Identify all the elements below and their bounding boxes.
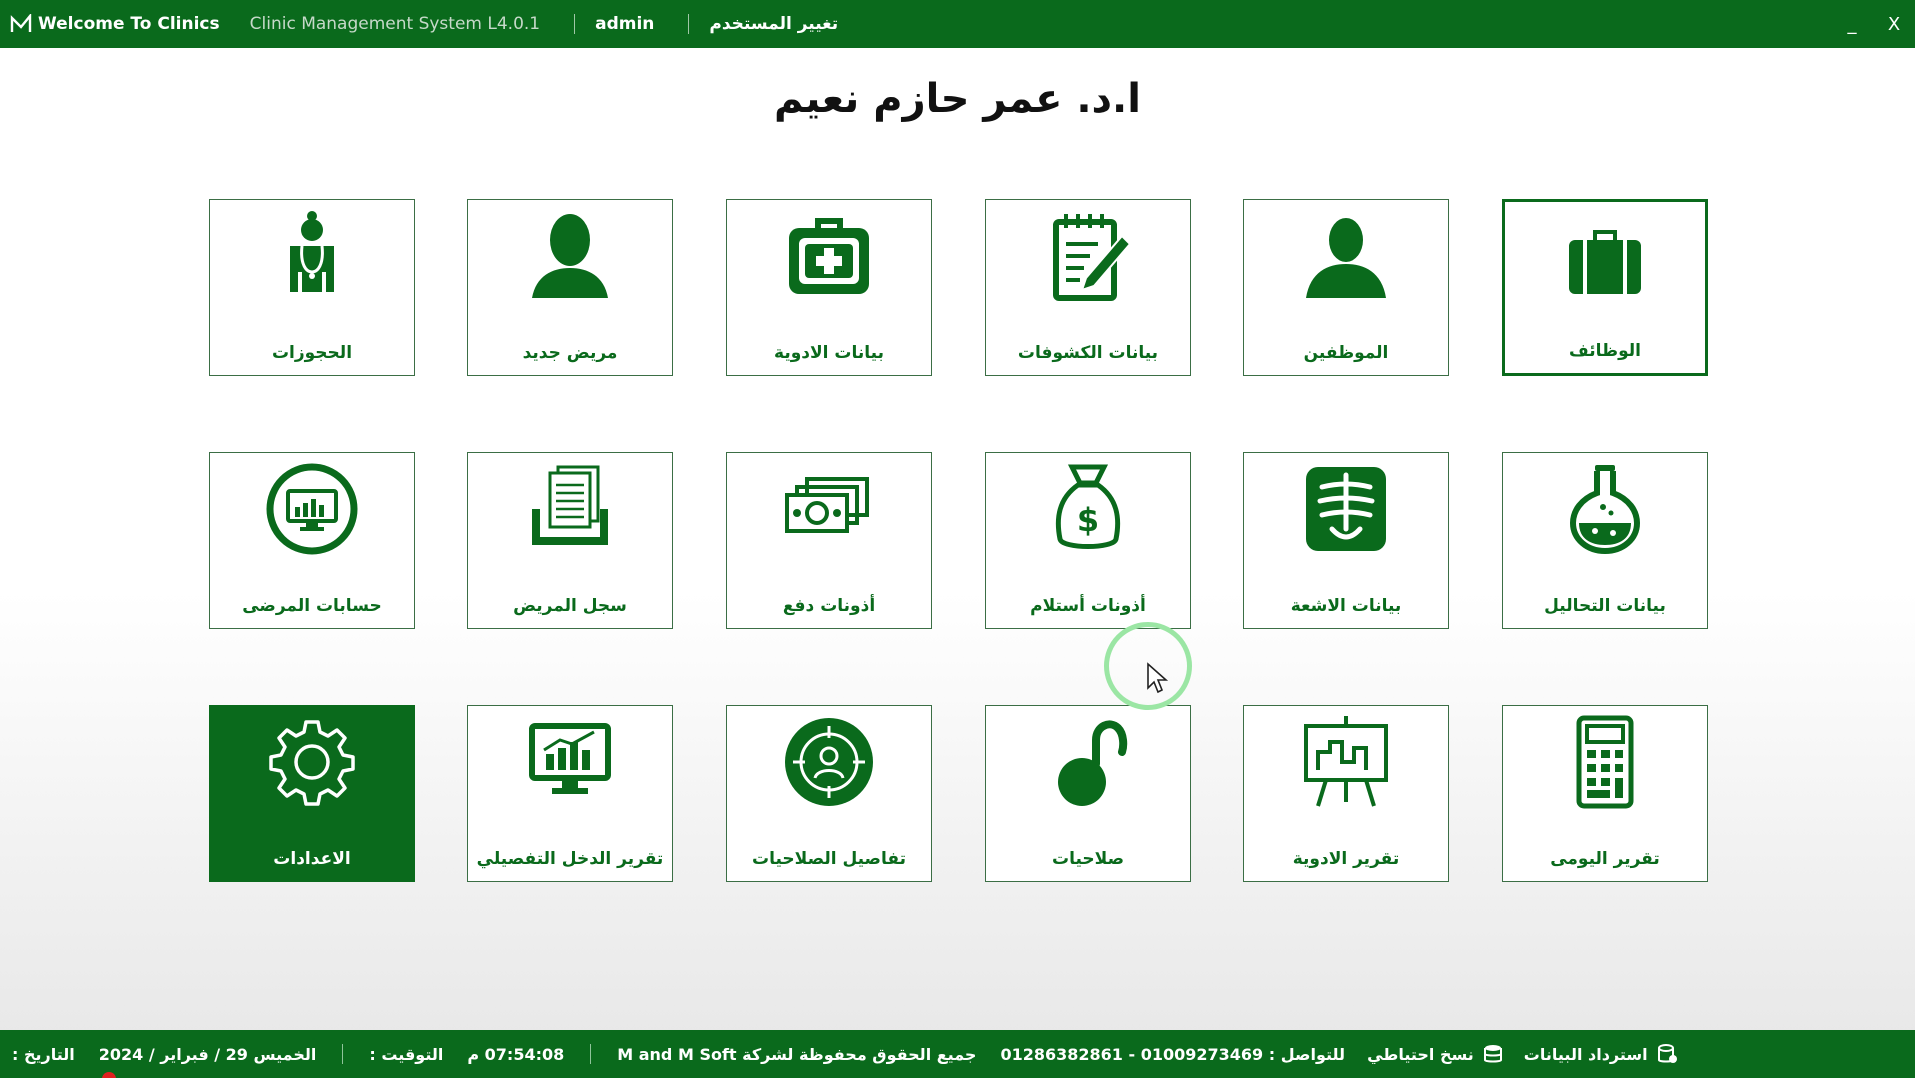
person-icon — [1306, 218, 1386, 298]
status-separator — [342, 1044, 344, 1064]
tile-label: سجل المريض — [513, 596, 627, 616]
tile-medicine-report[interactable]: تقرير الادوية — [1243, 705, 1449, 882]
tile-payments[interactable]: أذونات دفع — [726, 452, 932, 629]
backup-button[interactable]: نسخ احتياطي — [1357, 1043, 1514, 1065]
tile-label: بيانات الادوية — [774, 343, 884, 363]
tile-permissions[interactable]: صلاحيات — [985, 705, 1191, 882]
tile-label: تقرير اليومى — [1550, 849, 1660, 869]
copyright-text: جميع الحقوق محفوظة لشركة M and M Soft — [617, 1044, 977, 1064]
notepad-pencil-icon — [1053, 214, 1132, 301]
first-aid-kit-icon — [789, 218, 869, 294]
backup-label: نسخ احتياطي — [1367, 1044, 1474, 1064]
tile-new-patient[interactable]: مريض جديد — [467, 199, 673, 376]
flask-icon — [1569, 465, 1641, 555]
tile-label: الحجوزات — [271, 343, 353, 363]
tile-employees[interactable]: الموظفين — [1243, 199, 1449, 376]
tile-xray[interactable]: بيانات الاشعة — [1243, 452, 1449, 629]
user-target-icon — [785, 718, 873, 806]
status-bar: التاريخ : الخميس 29 / فبراير / 2024 التو… — [0, 1030, 1915, 1078]
tile-permission-details[interactable]: تفاصيل الصلاحيات — [726, 705, 932, 882]
restore-label: استرداد البيانات — [1523, 1044, 1648, 1064]
briefcase-icon — [1569, 230, 1641, 294]
tile-label: تقرير الدخل التفصيلي — [476, 849, 664, 869]
calculator-icon — [1576, 715, 1634, 809]
documents-tray-icon — [532, 465, 608, 545]
tile-label: أذونات أستلام — [1030, 596, 1146, 616]
tile-label: الاعدادات — [273, 849, 351, 869]
gear-icon — [269, 720, 355, 806]
time-label: التوقيت : — [369, 1044, 444, 1064]
tile-settings[interactable]: الاعدادات — [209, 705, 415, 882]
tile-label: تفاصيل الصلاحيات — [752, 849, 906, 869]
tile-patient-accounts[interactable]: حسابات المرضى — [209, 452, 415, 629]
time-value: 07:54:08 م — [467, 1044, 565, 1064]
tile-label: الوظائف — [1569, 341, 1641, 361]
tile-medicines[interactable]: بيانات الادوية — [726, 199, 932, 376]
tile-label: بيانات التحاليل — [1544, 596, 1666, 616]
tile-exams[interactable]: بيانات الكشوفات — [985, 199, 1191, 376]
tile-daily-report[interactable]: تقرير اليومى — [1502, 705, 1708, 882]
doctor-icon — [290, 211, 334, 292]
status-separator — [590, 1044, 592, 1064]
cash-stack-icon — [785, 477, 869, 533]
tile-label: مريض جديد — [522, 343, 618, 363]
tile-lab-tests[interactable]: بيانات التحاليل — [1502, 452, 1708, 629]
monitor-chart-icon — [529, 723, 611, 794]
restore-button[interactable]: استرداد البيانات — [1514, 1043, 1688, 1065]
date-value: الخميس 29 / فبراير / 2024 — [98, 1044, 317, 1064]
tile-label: أذونات دفع — [782, 596, 876, 616]
tile-patient-record[interactable]: سجل المريض — [467, 452, 673, 629]
presentation-board-icon — [1304, 716, 1388, 807]
date-label: التاريخ : — [12, 1044, 75, 1064]
contact-text: للتواصل : 01009273469 - 01286382861 — [1000, 1044, 1346, 1064]
tile-label: تقرير الادوية — [1292, 849, 1400, 869]
tile-jobs[interactable]: الوظائف — [1502, 199, 1708, 376]
tile-label: الموظفين — [1303, 343, 1389, 363]
padlock-open-icon — [1058, 720, 1128, 806]
database-restore-icon — [1657, 1044, 1677, 1063]
tile-label: بيانات الاشعة — [1290, 596, 1402, 616]
xray-icon — [1306, 467, 1386, 551]
monitor-chart-icon — [266, 463, 358, 555]
tile-bookings[interactable]: الحجوزات — [209, 199, 415, 376]
money-bag-icon: $ — [1055, 464, 1121, 549]
tile-income-report[interactable]: تقرير الدخل التفصيلي — [467, 705, 673, 882]
svg-text:$: $ — [1077, 501, 1099, 539]
mouse-cursor-icon — [1147, 662, 1169, 694]
tile-label: صلاحيات — [1052, 849, 1124, 869]
patient-icon — [532, 214, 608, 298]
tile-label: بيانات الكشوفات — [1017, 343, 1159, 363]
tile-receipts[interactable]: $ أذونات أستلام — [985, 452, 1191, 629]
tile-label: حسابات المرضى — [242, 596, 382, 616]
database-icon — [1483, 1045, 1502, 1063]
menu-grid: الوظائف الموظفين بيانات الكشوفات بيانات … — [0, 0, 1915, 900]
